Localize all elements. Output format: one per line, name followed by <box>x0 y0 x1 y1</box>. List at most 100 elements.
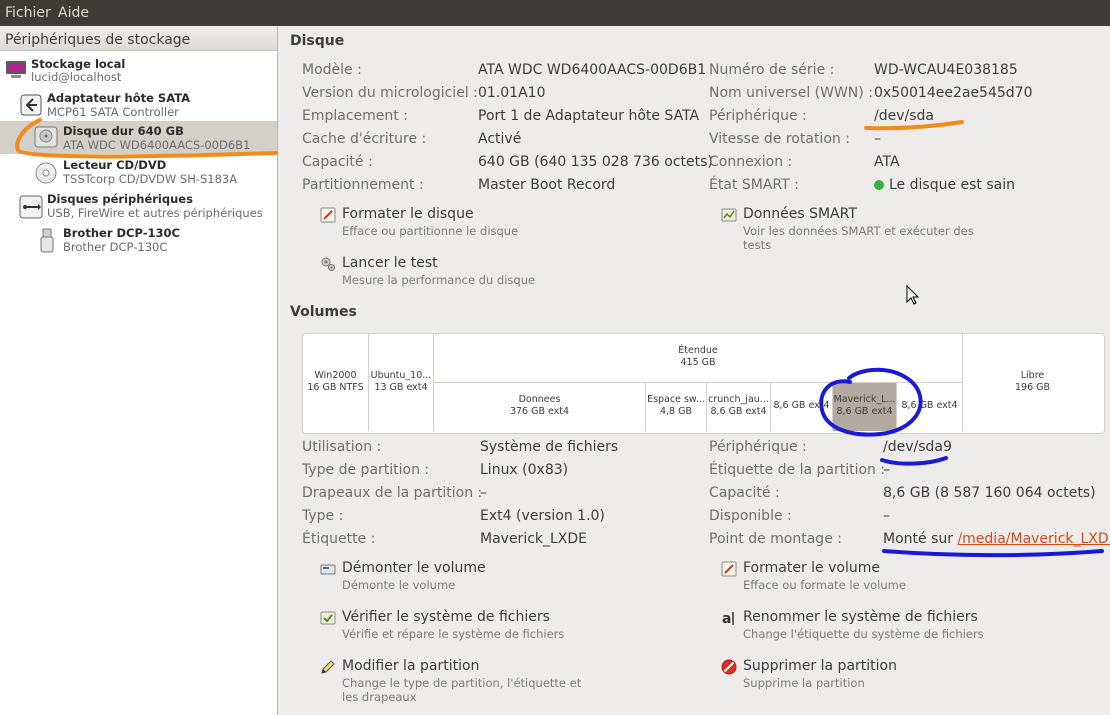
sidebar-item-subtitle: lucid@localhost <box>31 70 122 84</box>
vol-capacity-label: Capacité : <box>709 485 780 501</box>
volume-win2000[interactable]: Win2000 16 GB NTFS <box>303 334 369 431</box>
format-volume-desc: Efface ou formate le volume <box>743 578 906 592</box>
sidebar-item-cd-dvd[interactable]: Lecteur CD/DVD TSSTcorp CD/DVDW SH-S183A <box>0 158 277 188</box>
sidebar-item-subtitle: Brother DCP-130C <box>63 240 168 254</box>
disk-write-cache-value: Activé <box>478 131 522 147</box>
disk-model-label: Modèle : <box>302 62 362 78</box>
sidebar-item-title: Stockage local <box>31 57 126 71</box>
check-icon <box>320 611 336 625</box>
disk-write-cache-label: Cache d'écriture : <box>302 131 427 147</box>
sidebar-item-brother[interactable]: Brother DCP-130C Brother DCP-130C <box>0 226 277 256</box>
disk-model-value: ATA WDC WD6400AACS-00D6B1 <box>478 62 707 78</box>
disk-section-title: Disque <box>290 33 345 49</box>
volume-ubuntu[interactable]: Ubuntu_10... 13 GB ext4 <box>369 334 434 431</box>
vol-partition-type-value: Linux (0x83) <box>480 462 569 478</box>
vol-type-value: Ext4 (version 1.0) <box>480 508 605 524</box>
sidebar-item-title: Adaptateur hôte SATA <box>47 91 191 105</box>
status-ok-icon <box>874 180 884 190</box>
disk-partitioning-value: Master Boot Record <box>478 177 616 193</box>
format-disk-title: Formater le disque <box>342 206 474 222</box>
unmount-volume-button[interactable]: Démonter le volume Démonte le volume <box>320 560 680 596</box>
vol-label-value: Maverick_LXDE <box>480 531 588 547</box>
sidebar-item-sata-adapter[interactable]: Adaptateur hôte SATA MCP61 SATA Controll… <box>0 90 277 120</box>
volume-free[interactable]: Libre 196 GB <box>963 334 1102 431</box>
check-filesystem-button[interactable]: Vérifier le système de fichiers Vérifie … <box>320 609 680 645</box>
storage-sidebar: Périphériques de stockage Stockage local… <box>0 27 278 715</box>
run-test-title: Lancer le test <box>342 255 438 271</box>
vol-capacity-value: 8,6 GB (8 587 160 064 octets) <box>883 485 1096 501</box>
volumes-section-title: Volumes <box>290 304 357 320</box>
vol-type-label: Type : <box>302 508 344 524</box>
main-panel: Disque Modèle : ATA WDC WD6400AACS-00D6B… <box>278 27 1110 715</box>
format-disk-button[interactable]: Formater le disque Efface ou partitionne… <box>320 206 680 242</box>
smart-icon <box>721 208 737 222</box>
disk-wwn-label: Nom universel (WWN) : <box>709 85 873 101</box>
disk-partitioning-label: Partitionnement : <box>302 177 424 193</box>
gears-icon <box>321 257 335 271</box>
volume-partition-10[interactable]: 8,6 GB ext4 <box>897 383 963 431</box>
menu-aide[interactable]: Aide <box>58 5 89 21</box>
volume-extended[interactable]: Étendue 415 GB <box>434 334 963 383</box>
vol-partition-type-label: Type de partition : <box>302 462 430 478</box>
vol-available-value: – <box>883 508 890 524</box>
mount-point-link[interactable]: /media/Maverick_LXDE <box>957 531 1110 547</box>
usb-icon <box>19 195 43 219</box>
check-filesystem-title: Vérifier le système de fichiers <box>342 609 550 625</box>
check-filesystem-desc: Vérifie et répare le système de fichiers <box>342 627 565 641</box>
vol-label-label: Étiquette : <box>302 531 376 547</box>
vol-partition-label-value: – <box>883 462 890 478</box>
vol-available-label: Disponible : <box>709 508 792 524</box>
unmount-volume-title: Démonter le volume <box>342 560 486 576</box>
vol-mount-prefix: Monté sur <box>883 531 958 547</box>
disk-rotation-value: – <box>874 131 881 147</box>
sidebar-item-peripheral-disks[interactable]: Disques périphériques USB, FireWire et a… <box>0 192 277 222</box>
hard-disk-icon <box>34 126 58 148</box>
vol-usage-value: Système de fichiers <box>480 439 619 455</box>
volume-map: Win2000 16 GB NTFS Ubuntu_10... 13 GB ext4… <box>302 333 1105 434</box>
volume-donnees[interactable]: Donnees 376 GB ext4 <box>434 383 646 431</box>
vol-flags-value: – <box>480 485 487 501</box>
run-test-button[interactable]: Lancer le test Mesure la performance du … <box>320 255 680 291</box>
disk-connection-label: Connexion : <box>709 154 793 170</box>
disk-location-label: Emplacement : <box>302 108 408 124</box>
sidebar-header: Périphériques de stockage <box>0 27 277 51</box>
sidebar-item-hard-disk[interactable]: Disque dur 640 GB ATA WDC WD6400AACS-00D… <box>0 121 277 154</box>
computer-icon <box>6 61 26 78</box>
volume-maverick[interactable]: Maverick_L... 8,6 GB ext4 <box>833 383 897 431</box>
rename-icon: a <box>722 611 734 626</box>
sidebar-item-local-storage[interactable]: Stockage local lucid@localhost <box>0 57 277 87</box>
disk-serial-value: WD-WCAU4E038185 <box>874 62 1018 78</box>
menu-fichier[interactable]: Fichier <box>5 5 51 21</box>
disk-device-value: /dev/sda <box>874 108 934 124</box>
volume-swap[interactable]: Espace sw... 4,8 GB <box>646 383 707 431</box>
disk-smart-value: Le disque est sain <box>889 177 1015 193</box>
vol-device-value: /dev/sda9 <box>883 439 952 455</box>
usb-stick-icon <box>40 228 54 253</box>
sidebar-item-title: Disques périphériques <box>47 192 193 206</box>
disk-firmware-label: Version du micrologiciel : <box>302 85 478 101</box>
volume-crunch[interactable]: crunch_jau... 8,6 GB ext4 <box>707 383 771 431</box>
smart-data-desc: Voir les données SMART et exécuter des t… <box>743 224 974 252</box>
rename-filesystem-title: Renommer le système de fichiers <box>743 609 978 625</box>
vol-flags-label: Drapeaux de la partition : <box>302 485 483 501</box>
delete-partition-button[interactable]: Supprimer la partition Supprime la parti… <box>721 658 1081 694</box>
edit-partition-button[interactable]: Modifier la partition Change le type de … <box>320 658 680 706</box>
smart-data-title: Données SMART <box>743 206 857 222</box>
vol-device-label: Périphérique : <box>709 439 807 455</box>
disk-connection-value: ATA <box>874 154 900 170</box>
disk-smart-label: État SMART : <box>709 177 799 193</box>
vol-partition-label-label: Étiquette de la partition : <box>709 462 886 478</box>
disk-firmware-value: 01.01A10 <box>478 85 546 101</box>
format-volume-button[interactable]: Formater le volume Efface ou formate le … <box>721 560 1081 596</box>
rename-filesystem-button[interactable]: a Renommer le système de fichiers Change… <box>721 609 1081 645</box>
smart-data-button[interactable]: Données SMART Voir les données SMART et … <box>721 206 1081 254</box>
sidebar-item-title: Lecteur CD/DVD <box>63 158 167 172</box>
disk-capacity-label: Capacité : <box>302 154 373 170</box>
delete-icon <box>721 659 737 675</box>
rename-filesystem-desc: Change l'étiquette du système de fichier… <box>743 627 984 641</box>
vol-mount-value: Monté sur /media/Maverick_LXDE <box>883 531 1110 547</box>
format-volume-title: Formater le volume <box>743 560 880 576</box>
sidebar-item-subtitle: MCP61 SATA Controller <box>47 105 179 119</box>
delete-partition-title: Supprimer la partition <box>743 658 897 674</box>
volume-partition-8[interactable]: 8,6 GB ext4 <box>771 383 833 431</box>
